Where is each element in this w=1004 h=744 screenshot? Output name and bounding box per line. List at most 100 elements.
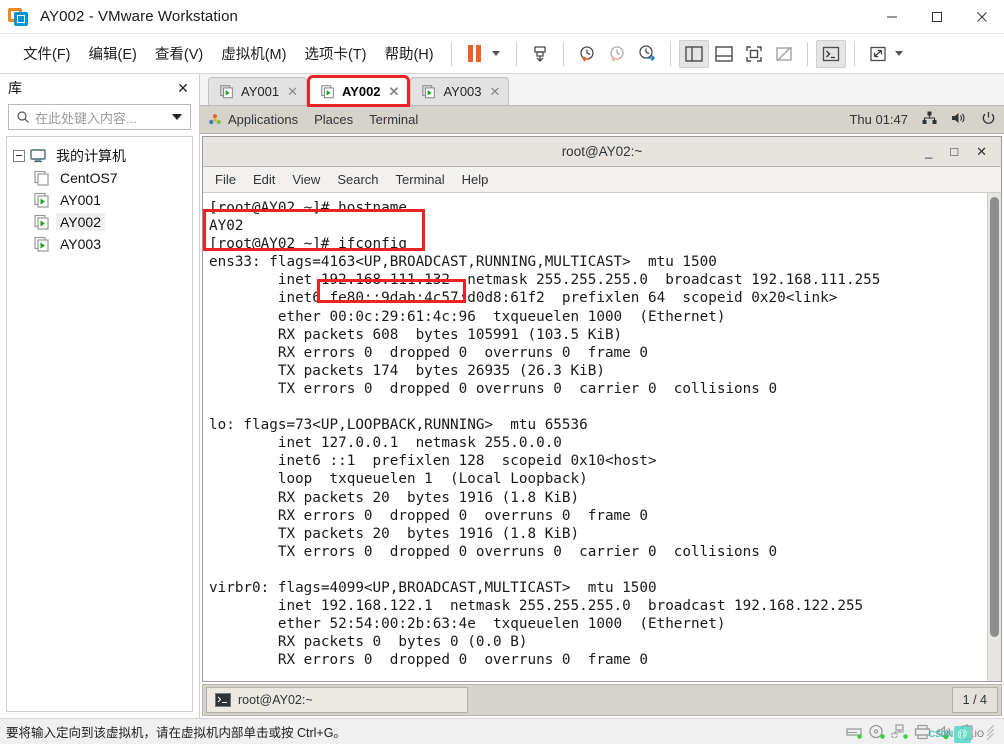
- terminal-menu-terminal[interactable]: Terminal: [396, 172, 445, 187]
- vm-running-icon: [421, 84, 437, 99]
- my-computer-icon: [29, 148, 47, 164]
- tree-expander-icon[interactable]: [13, 150, 25, 162]
- menu-bar: 文件(F) 编辑(E) 查看(V) 虚拟机(M) 选项卡(T) 帮助(H): [0, 34, 1004, 74]
- terminal-output[interactable]: [root@AY02 ~]# hostname AY02 [root@AY02 …: [203, 193, 987, 681]
- unity-icon[interactable]: [769, 40, 799, 68]
- gnome-terminal-label: Terminal: [369, 112, 419, 127]
- stretch-dropdown-caret-icon[interactable]: [894, 51, 903, 56]
- gnome-applications-icon: [208, 113, 222, 127]
- close-button[interactable]: [959, 0, 1004, 34]
- toolbar-separator: [669, 41, 671, 66]
- menu-edit[interactable]: 编辑(E): [80, 39, 146, 68]
- toolbar-separator: [806, 41, 808, 66]
- terminal-close-button[interactable]: ✕: [976, 144, 987, 160]
- console-view-icon[interactable]: [815, 39, 846, 68]
- snapshot-manager-icon[interactable]: [632, 40, 662, 68]
- cddvd-icon[interactable]: [867, 724, 887, 740]
- vm-running-icon: [320, 84, 336, 99]
- resize-grip-icon[interactable]: [984, 724, 998, 740]
- tab-close-icon[interactable]: ✕: [389, 84, 400, 100]
- device-status-icons: CSDN @ .IO: [844, 723, 998, 743]
- guest-desktop[interactable]: root@AY02:~ _ □ ✕ File Edit View Search …: [200, 134, 1004, 718]
- library-sidebar: 库 ✕ 在此处键入内容... 我的计算机 CentOS7 AY001 AY002…: [0, 74, 200, 718]
- terminal-body[interactable]: [root@AY02 ~]# hostname AY02 [root@AY02 …: [203, 193, 1001, 681]
- watermark-at-badge: @: [953, 725, 971, 743]
- terminal-menu-edit[interactable]: Edit: [253, 172, 275, 187]
- gnome-applications-menu[interactable]: Applications: [208, 112, 298, 127]
- tab-ay002[interactable]: AY002 ✕: [306, 75, 411, 107]
- terminal-scrollbar[interactable]: [987, 193, 1001, 681]
- show-thumbnails-icon[interactable]: [709, 40, 739, 68]
- harddisk-icon[interactable]: [844, 724, 864, 740]
- minimize-button[interactable]: [869, 0, 914, 34]
- toolbar-separator: [853, 41, 855, 66]
- title-bar: AY002 - VMware Workstation: [0, 0, 1004, 34]
- pause-icon[interactable]: [460, 40, 490, 68]
- power-icon[interactable]: [981, 111, 996, 129]
- terminal-menu-view[interactable]: View: [292, 172, 320, 187]
- stretch-icon[interactable]: [863, 40, 893, 68]
- menu-vm[interactable]: 虚拟机(M): [212, 39, 295, 68]
- maximize-button[interactable]: [914, 0, 959, 34]
- gnome-top-bar: Applications Places Terminal Thu 01:47: [200, 106, 1004, 134]
- gnome-applications-label: Applications: [228, 112, 299, 127]
- tree-item-centos7[interactable]: CentOS7: [11, 167, 188, 189]
- tree-item-label: AY002: [56, 213, 105, 231]
- tab-ay003[interactable]: AY003 ✕: [410, 77, 510, 105]
- menu-view[interactable]: 查看(V): [146, 39, 212, 68]
- network-adapter-icon[interactable]: [890, 723, 910, 740]
- vm-running-icon: [33, 214, 51, 230]
- menu-help[interactable]: 帮助(H): [375, 39, 442, 68]
- toolbar: [460, 39, 911, 68]
- vm-running-icon: [219, 84, 235, 99]
- tree-item-ay003[interactable]: AY003: [11, 233, 188, 255]
- snapshot-revert-icon[interactable]: [572, 40, 602, 68]
- gnome-terminal-menu[interactable]: Terminal: [369, 112, 418, 127]
- volume-icon[interactable]: [951, 111, 967, 128]
- vm-tab-strip: AY001 ✕ AY002 ✕ AY003 ✕: [200, 74, 1004, 107]
- network-icon[interactable]: [922, 111, 937, 128]
- tab-close-icon[interactable]: ✕: [287, 84, 298, 100]
- tab-close-icon[interactable]: ✕: [490, 84, 501, 100]
- vm-stopped-icon: [33, 170, 51, 186]
- terminal-scrollbar-thumb[interactable]: [990, 197, 999, 637]
- terminal-menu-bar: File Edit View Search Terminal Help: [203, 167, 1001, 193]
- gnome-clock[interactable]: Thu 01:47: [849, 112, 908, 127]
- search-icon: [16, 110, 30, 124]
- terminal-icon: [215, 693, 231, 707]
- terminal-title-bar[interactable]: root@AY02:~ _ □ ✕: [203, 137, 1001, 167]
- library-search-box[interactable]: 在此处键入内容...: [8, 104, 191, 130]
- terminal-menu-file[interactable]: File: [215, 172, 236, 187]
- tree-item-my-computer[interactable]: 我的计算机: [11, 145, 188, 167]
- library-title: 库: [8, 80, 22, 96]
- toolbar-separator: [562, 41, 564, 66]
- vmware-logo-icon: [8, 6, 30, 28]
- tab-label: AY003: [443, 84, 482, 99]
- terminal-maximize-button[interactable]: □: [950, 144, 958, 159]
- tree-item-ay002[interactable]: AY002: [11, 211, 188, 233]
- terminal-menu-help[interactable]: Help: [462, 172, 489, 187]
- menu-file[interactable]: 文件(F): [14, 39, 80, 68]
- menu-tabs[interactable]: 选项卡(T): [295, 39, 375, 68]
- tree-item-label: AY003: [60, 236, 101, 252]
- vm-running-icon: [33, 192, 51, 208]
- search-dropdown-caret-icon[interactable]: [172, 114, 182, 120]
- terminal-menu-search[interactable]: Search: [337, 172, 378, 187]
- power-dropdown-caret-icon[interactable]: [491, 51, 500, 56]
- library-search-placeholder[interactable]: 在此处键入内容...: [35, 108, 172, 127]
- snapshot-take-icon[interactable]: [525, 40, 555, 68]
- gnome-places-menu[interactable]: Places: [314, 112, 353, 127]
- library-close-icon[interactable]: ✕: [175, 80, 191, 97]
- terminal-title: root@AY02:~: [561, 144, 643, 159]
- window-title: AY002 - VMware Workstation: [40, 8, 238, 25]
- window-controls: [869, 0, 1004, 34]
- tree-item-ay001[interactable]: AY001: [11, 189, 188, 211]
- main-body: 库 ✕ 在此处键入内容... 我的计算机 CentOS7 AY001 AY002…: [0, 74, 1004, 718]
- terminal-minimize-button[interactable]: _: [925, 144, 932, 159]
- fullscreen-icon[interactable]: [739, 40, 769, 68]
- taskbar-item-terminal[interactable]: root@AY02:~: [206, 687, 468, 713]
- workspace-indicator[interactable]: 1 / 4: [951, 687, 998, 713]
- snapshot-history-icon[interactable]: [602, 40, 632, 68]
- tab-ay001[interactable]: AY001 ✕: [208, 77, 307, 105]
- show-library-icon[interactable]: [678, 39, 709, 68]
